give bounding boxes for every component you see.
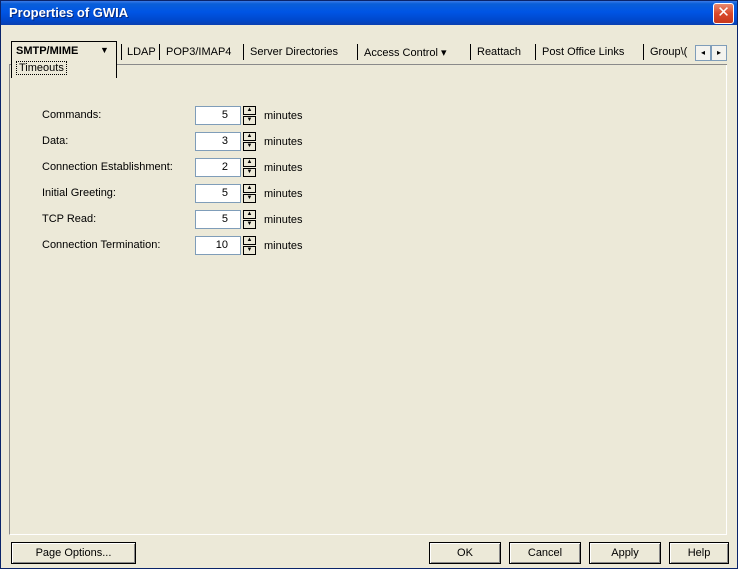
unit-label: minutes <box>264 162 303 174</box>
spin-down-icon[interactable]: ▼ <box>243 246 256 255</box>
unit-label: minutes <box>264 110 303 122</box>
spinner-buttons: ▲ ▼ <box>243 106 256 125</box>
spin-up-icon[interactable]: ▲ <box>243 184 256 193</box>
data-spinner-input[interactable]: 3 <box>195 132 241 151</box>
timeout-row-tcp-read: TCP Read: 5 ▲ ▼ minutes <box>42 210 442 230</box>
scroll-left-icon[interactable]: ◂ <box>695 45 711 61</box>
cancel-button[interactable]: Cancel <box>509 542 581 564</box>
close-icon[interactable]: ✕ <box>713 3 734 24</box>
tab-separator <box>470 44 471 60</box>
tab-separator <box>159 44 160 60</box>
field-label: TCP Read: <box>42 213 97 225</box>
tab-separator <box>243 44 244 60</box>
tab-strip: SMTP/MIME ▼ Timeouts LDAP POP3/IMAP4 Ser… <box>9 41 727 78</box>
spin-up-icon[interactable]: ▲ <box>243 210 256 219</box>
timeout-row-commands: Commands: 5 ▲ ▼ minutes <box>42 106 442 126</box>
timeout-row-initial-greeting: Initial Greeting: 5 ▲ ▼ minutes <box>42 184 442 204</box>
tab-separator <box>535 44 536 60</box>
unit-label: minutes <box>264 136 303 148</box>
spinner-buttons: ▲ ▼ <box>243 210 256 229</box>
field-label: Data: <box>42 135 69 147</box>
subtab-timeouts[interactable]: Timeouts <box>16 61 67 75</box>
field-label: Connection Establishment: <box>42 161 173 173</box>
spin-up-icon[interactable]: ▲ <box>243 132 256 141</box>
spinner-buttons: ▲ ▼ <box>243 132 256 151</box>
chevron-down-icon[interactable]: ▼ <box>100 45 109 55</box>
timeouts-panel: Commands: 5 ▲ ▼ minutes Data: 3 ▲ ▼ minu… <box>9 65 727 535</box>
field-label: Commands: <box>42 109 102 121</box>
spin-down-icon[interactable]: ▼ <box>243 194 256 203</box>
connection-termination-spinner-input[interactable]: 10 <box>195 236 241 255</box>
field-label: Connection Termination: <box>42 239 161 251</box>
spin-up-icon[interactable]: ▲ <box>243 236 256 245</box>
tab-reattach[interactable]: Reattach <box>477 45 521 63</box>
spinner-buttons: ▲ ▼ <box>243 236 256 255</box>
tab-group[interactable]: Group\( <box>650 45 694 63</box>
button-bar: Page Options... OK Cancel Apply Help <box>1 536 737 569</box>
scroll-right-icon[interactable]: ▸ <box>711 45 727 61</box>
spin-down-icon[interactable]: ▼ <box>243 142 256 151</box>
initial-greeting-spinner-input[interactable]: 5 <box>195 184 241 203</box>
tab-ldap[interactable]: LDAP <box>127 45 156 63</box>
spin-down-icon[interactable]: ▼ <box>243 116 256 125</box>
page-options-button[interactable]: Page Options... <box>11 542 136 564</box>
unit-label: minutes <box>264 240 303 252</box>
tab-post-office-links[interactable]: Post Office Links <box>542 45 624 63</box>
spin-up-icon[interactable]: ▲ <box>243 158 256 167</box>
unit-label: minutes <box>264 188 303 200</box>
field-label: Initial Greeting: <box>42 187 116 199</box>
tab-label: SMTP/MIME <box>16 45 79 57</box>
tab-server-directories[interactable]: Server Directories <box>250 45 338 63</box>
title-bar[interactable]: Properties of GWIA ✕ <box>1 1 737 25</box>
tab-access-control[interactable]: Access Control ▾ <box>364 45 447 63</box>
tab-separator <box>643 44 644 60</box>
help-button[interactable]: Help <box>669 542 729 564</box>
timeout-row-connection-establishment: Connection Establishment: 2 ▲ ▼ minutes <box>42 158 442 178</box>
tab-pop3-imap4[interactable]: POP3/IMAP4 <box>166 45 231 63</box>
spin-down-icon[interactable]: ▼ <box>243 220 256 229</box>
ok-button[interactable]: OK <box>429 542 501 564</box>
timeout-row-data: Data: 3 ▲ ▼ minutes <box>42 132 442 152</box>
tab-separator <box>121 44 122 60</box>
connection-establishment-spinner-input[interactable]: 2 <box>195 158 241 177</box>
timeout-row-connection-termination: Connection Termination: 10 ▲ ▼ minutes <box>42 236 442 256</box>
tab-scroll: ◂ ▸ <box>695 45 727 61</box>
window-title: Properties of GWIA <box>9 5 129 20</box>
spin-up-icon[interactable]: ▲ <box>243 106 256 115</box>
spin-down-icon[interactable]: ▼ <box>243 168 256 177</box>
properties-window: Properties of GWIA ✕ SMTP/MIME ▼ Timeout… <box>0 0 738 569</box>
tab-smtp-mime[interactable]: SMTP/MIME ▼ Timeouts <box>11 41 117 78</box>
apply-button[interactable]: Apply <box>589 542 661 564</box>
spinner-buttons: ▲ ▼ <box>243 184 256 203</box>
tcp-read-spinner-input[interactable]: 5 <box>195 210 241 229</box>
tab-separator <box>357 44 358 60</box>
unit-label: minutes <box>264 214 303 226</box>
spinner-buttons: ▲ ▼ <box>243 158 256 177</box>
commands-spinner-input[interactable]: 5 <box>195 106 241 125</box>
